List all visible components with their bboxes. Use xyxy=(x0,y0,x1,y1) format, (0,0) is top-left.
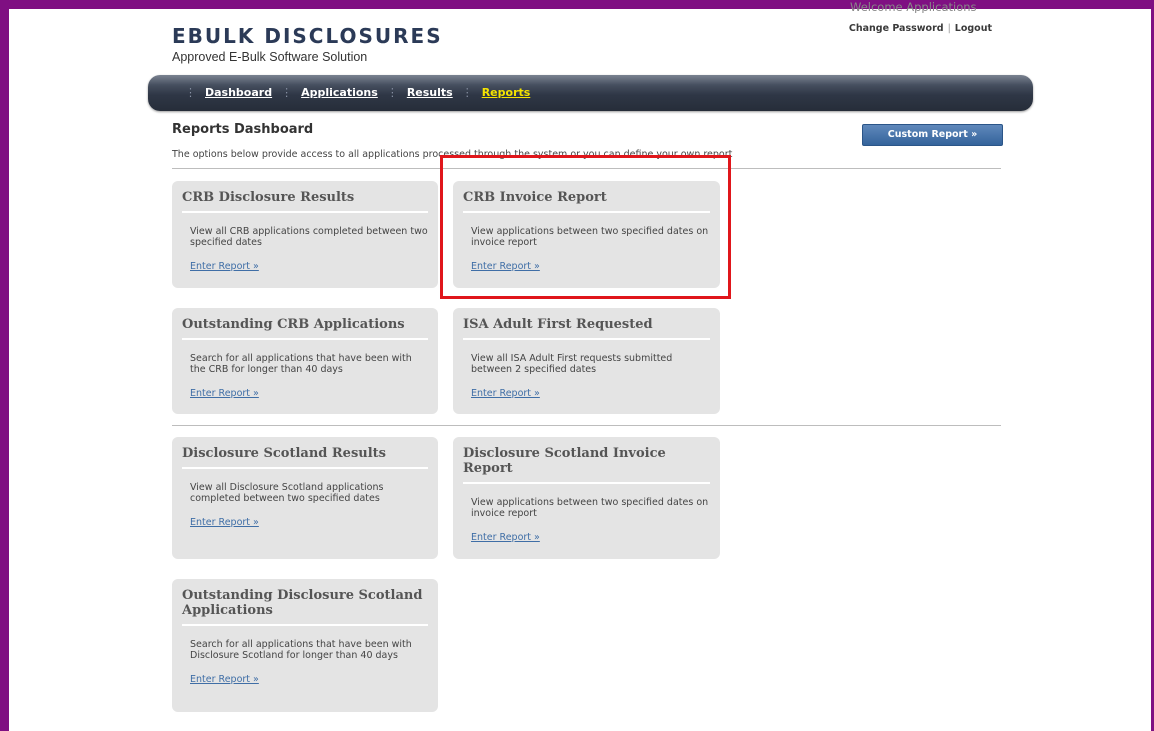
report-card-outstanding-crb-applications: Outstanding CRB Applications Search for … xyxy=(172,308,438,414)
nav-dashboard[interactable]: Dashboard xyxy=(205,86,272,99)
account-links: Change Password | Logout xyxy=(849,23,992,34)
enter-report-link[interactable]: Enter Report » xyxy=(471,532,540,543)
nav-applications[interactable]: Applications xyxy=(301,86,378,99)
card-title: CRB Disclosure Results xyxy=(182,190,428,213)
card-title: Disclosure Scotland Invoice Report xyxy=(463,446,710,484)
main-nav: ⋮ Dashboard ⋮ Applications ⋮ Results ⋮ R… xyxy=(148,75,1033,111)
nav-separator: ⋮ xyxy=(461,86,473,99)
highlight-box xyxy=(440,155,731,299)
logo-title: EBULK DISCLOSURES xyxy=(172,24,443,48)
divider xyxy=(172,425,1001,426)
nav-shine xyxy=(148,75,1033,85)
change-password-link[interactable]: Change Password xyxy=(849,23,944,34)
enter-report-link[interactable]: Enter Report » xyxy=(190,674,259,685)
nav-separator: ⋮ xyxy=(281,86,293,99)
report-card-crb-disclosure-results: CRB Disclosure Results View all CRB appl… xyxy=(172,181,438,288)
custom-report-button[interactable]: Custom Report » xyxy=(862,124,1003,146)
card-description: View applications between two specified … xyxy=(471,497,709,519)
card-description: View all ISA Adult First requests submit… xyxy=(471,353,673,375)
nav-reports[interactable]: Reports xyxy=(482,86,531,99)
window-frame-left xyxy=(0,0,9,731)
nav-results[interactable]: Results xyxy=(407,86,453,99)
card-description: Search for all applications that have be… xyxy=(190,639,412,661)
enter-report-link[interactable]: Enter Report » xyxy=(190,388,259,399)
enter-report-link[interactable]: Enter Report » xyxy=(190,261,259,272)
nav-items: ⋮ Dashboard ⋮ Applications ⋮ Results ⋮ R… xyxy=(176,86,530,99)
card-title: Disclosure Scotland Results xyxy=(182,446,428,469)
logo-subtitle: Approved E-Bulk Software Solution xyxy=(172,50,368,64)
account-separator: | xyxy=(947,23,951,34)
card-description: View all CRB applications completed betw… xyxy=(190,226,428,248)
window-frame-top xyxy=(0,0,1154,9)
page-header: Reports Dashboard xyxy=(172,122,313,137)
card-title: Outstanding Disclosure Scotland Applicat… xyxy=(182,588,428,626)
card-title: ISA Adult First Requested xyxy=(463,317,710,340)
welcome-text: Welcome Applications xyxy=(850,2,977,13)
nav-separator: ⋮ xyxy=(185,86,196,99)
card-description: View all Disclosure Scotland application… xyxy=(190,482,384,504)
report-card-outstanding-disclosure-scotland-applications: Outstanding Disclosure Scotland Applicat… xyxy=(172,579,438,712)
card-title: Outstanding CRB Applications xyxy=(182,317,428,340)
report-card-disclosure-scotland-invoice-report: Disclosure Scotland Invoice Report View … xyxy=(453,437,720,559)
logo: EBULK DISCLOSURES Approved E-Bulk Softwa… xyxy=(172,24,443,64)
enter-report-link[interactable]: Enter Report » xyxy=(190,517,259,528)
enter-report-link[interactable]: Enter Report » xyxy=(471,388,540,399)
report-card-disclosure-scotland-results: Disclosure Scotland Results View all Dis… xyxy=(172,437,438,559)
nav-separator: ⋮ xyxy=(386,86,398,99)
card-description: Search for all applications that have be… xyxy=(190,353,412,375)
page-title: Reports Dashboard xyxy=(172,122,314,137)
report-card-isa-adult-first-requested: ISA Adult First Requested View all ISA A… xyxy=(453,308,720,414)
logout-link[interactable]: Logout xyxy=(955,23,992,34)
